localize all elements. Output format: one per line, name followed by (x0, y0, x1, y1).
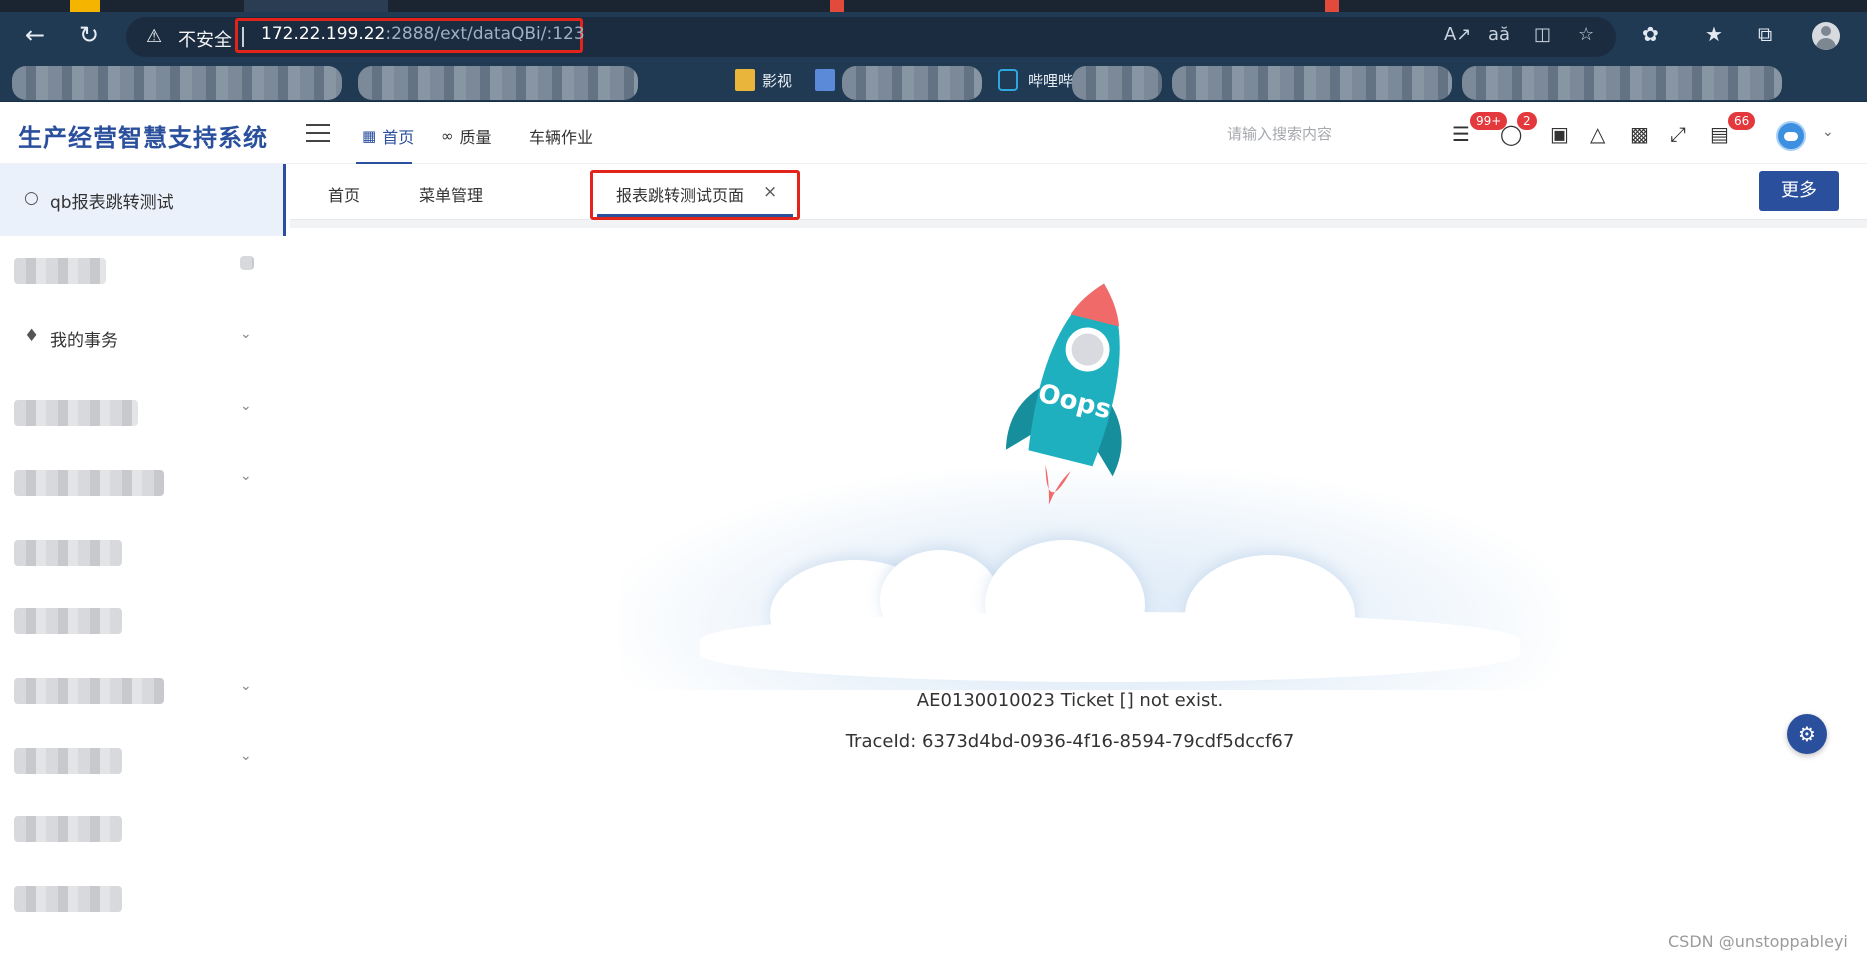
sidebar-item-blurred[interactable] (14, 608, 122, 634)
error-message: AE0130010023 Ticket [] not exist. (916, 690, 1224, 711)
bookmarks-bar: 影视 哔哩哔 (0, 62, 1867, 102)
page-tabbar: 首页 菜单管理 报表跳转测试页面 × (290, 164, 1867, 220)
app-header: 生产经营智慧支持系统 ▦ 首页 ∞ 质量 车辆作业 ☰ 99+ ◯ 2 ▣ △ … (0, 102, 1867, 164)
bookmark-label[interactable]: 哔哩哔 (1028, 70, 1073, 91)
sidebar-item-blurred[interactable] (14, 678, 164, 704)
sidebar-item-blurred[interactable] (14, 470, 164, 496)
rocket-illustration: Oops (1005, 283, 1122, 505)
settings-gear-icon[interactable]: ⚙ (1787, 714, 1827, 754)
bookmark-blurred[interactable] (1462, 66, 1782, 100)
sidebar-item-blurred (240, 256, 254, 270)
chevron-down-icon: ⌄ (240, 326, 252, 342)
rocket-flame-icon (1045, 464, 1071, 505)
browser-tab-favicon[interactable] (70, 0, 100, 12)
topnav-quality[interactable]: ∞ 质量 (441, 124, 492, 148)
active-tab-indicator (597, 214, 793, 217)
browser-tab-favicon[interactable] (830, 0, 844, 12)
bookmark-blurred[interactable] (12, 66, 342, 100)
tab-menu-management[interactable]: 菜单管理 (419, 182, 483, 206)
report-icon: ○ (24, 188, 39, 208)
active-tab-highlight-box (590, 170, 800, 220)
tasks-icon[interactable]: ▤ (1710, 122, 1729, 146)
chevron-down-icon: ⌄ (240, 678, 252, 694)
trace-id-text: TraceId: 6373d4bd-0936-4f16-8594-79cdf5d… (845, 731, 1295, 752)
csdn-watermark: CSDN @unstoppableyi (1668, 932, 1848, 951)
profile-avatar-icon[interactable] (1812, 22, 1840, 50)
lock-icon[interactable]: ▣ (1550, 122, 1569, 146)
warning-icon: ⚠ (146, 26, 163, 47)
shirt-theme-icon[interactable]: △ (1590, 122, 1605, 146)
read-aloud-icon[interactable]: A↗ (1444, 24, 1471, 45)
browser-toolbar: ← ↻ ⚠ 不安全 172.22.199.22:2888/ext/dataQBi… (0, 12, 1867, 62)
alerts-badge: 2 (1517, 112, 1537, 130)
bookmark-blurred[interactable] (1072, 66, 1162, 100)
sidebar-item-blurred[interactable] (14, 400, 138, 426)
chevron-down-icon: ⌄ (240, 468, 252, 484)
folder-icon (735, 69, 755, 91)
sidebar: ○ qb报表跳转测试 ♦ 我的事务 ⌄ ⌄ ⌄ ⌄ ⌄ (0, 164, 286, 962)
chevron-down-icon: ⌄ (240, 748, 252, 764)
translate-icon[interactable]: aă (1488, 24, 1510, 45)
more-button[interactable]: 更多 (1759, 171, 1839, 211)
bookmark-blurred[interactable] (1172, 66, 1452, 100)
sidebar-item-my-affairs[interactable]: ♦ 我的事务 ⌄ (0, 308, 286, 368)
browser-tab-favicon[interactable] (1325, 0, 1339, 12)
split-screen-icon[interactable]: ◫ (1534, 24, 1551, 45)
extensions-icon[interactable]: ✿ (1642, 22, 1659, 46)
refresh-icon[interactable]: ↻ (72, 18, 106, 52)
sidebar-item-blurred[interactable] (14, 258, 106, 284)
url-path: :2888/ext/dataQBi/:123 (385, 24, 585, 44)
app-title: 生产经营智慧支持系统 (18, 124, 268, 152)
sidebar-item-blurred[interactable] (14, 886, 122, 912)
favorites-icon[interactable]: ★ (1705, 22, 1723, 46)
user-avatar[interactable] (1776, 121, 1806, 151)
collections-icon[interactable]: ⧉ (1758, 22, 1772, 46)
back-arrow-icon[interactable]: ← (18, 18, 52, 52)
bell-icon: ♦ (24, 326, 40, 346)
security-label: 不安全 (178, 30, 232, 51)
sidebar-item-blurred[interactable] (14, 816, 122, 842)
bilibili-icon (998, 69, 1018, 91)
topnav-home[interactable]: ▦ 首页 (362, 124, 414, 148)
topnav-home-label: 首页 (382, 128, 415, 147)
hamburger-menu-icon[interactable] (306, 124, 330, 142)
chevron-down-icon[interactable]: ⌄ (1822, 124, 1834, 140)
sidebar-item-active-label: qb报表跳转测试 (50, 193, 174, 213)
browser-tab-active[interactable] (244, 0, 388, 12)
topnav-vehicle-ops-label: 车辆作业 (529, 128, 594, 147)
tab-home[interactable]: 首页 (328, 182, 360, 206)
favorite-add-icon[interactable]: ☆ (1578, 24, 1594, 45)
sidebar-item-blurred[interactable] (14, 748, 122, 774)
sidebar-item-blurred[interactable] (14, 540, 122, 566)
translate-app-icon[interactable]: ▩ (1630, 122, 1649, 146)
message-list-icon[interactable]: ☰ (1452, 122, 1470, 146)
tasks-badge: 66 (1728, 112, 1756, 130)
bookmark-favicon-icon (815, 69, 835, 91)
browser-tab-strip (0, 0, 1867, 12)
topnav-quality-label: 质量 (459, 128, 492, 147)
search-input[interactable] (1225, 120, 1415, 148)
grid-icon: ▦ (362, 127, 377, 145)
sidebar-item-label: 我的事务 (50, 331, 118, 351)
url-text[interactable]: 172.22.199.22:2888/ext/dataQBi/:123 (261, 24, 585, 44)
fullscreen-icon[interactable]: ⤢ (1670, 122, 1686, 146)
bookmark-blurred[interactable] (358, 66, 638, 100)
topnav-vehicle-ops[interactable]: 车辆作业 (529, 124, 593, 148)
bookmark-label[interactable]: 影视 (762, 70, 792, 91)
chevron-down-icon: ⌄ (240, 398, 252, 414)
cloud-base (700, 612, 1520, 682)
url-host: 172.22.199.22 (261, 24, 386, 44)
sidebar-item-active[interactable]: ○ qb报表跳转测试 (0, 164, 286, 236)
bookmark-blurred[interactable] (842, 66, 982, 100)
sidebar-active-indicator (283, 164, 286, 236)
glasses-icon: ∞ (441, 127, 454, 145)
content-top-strip (290, 220, 1867, 228)
